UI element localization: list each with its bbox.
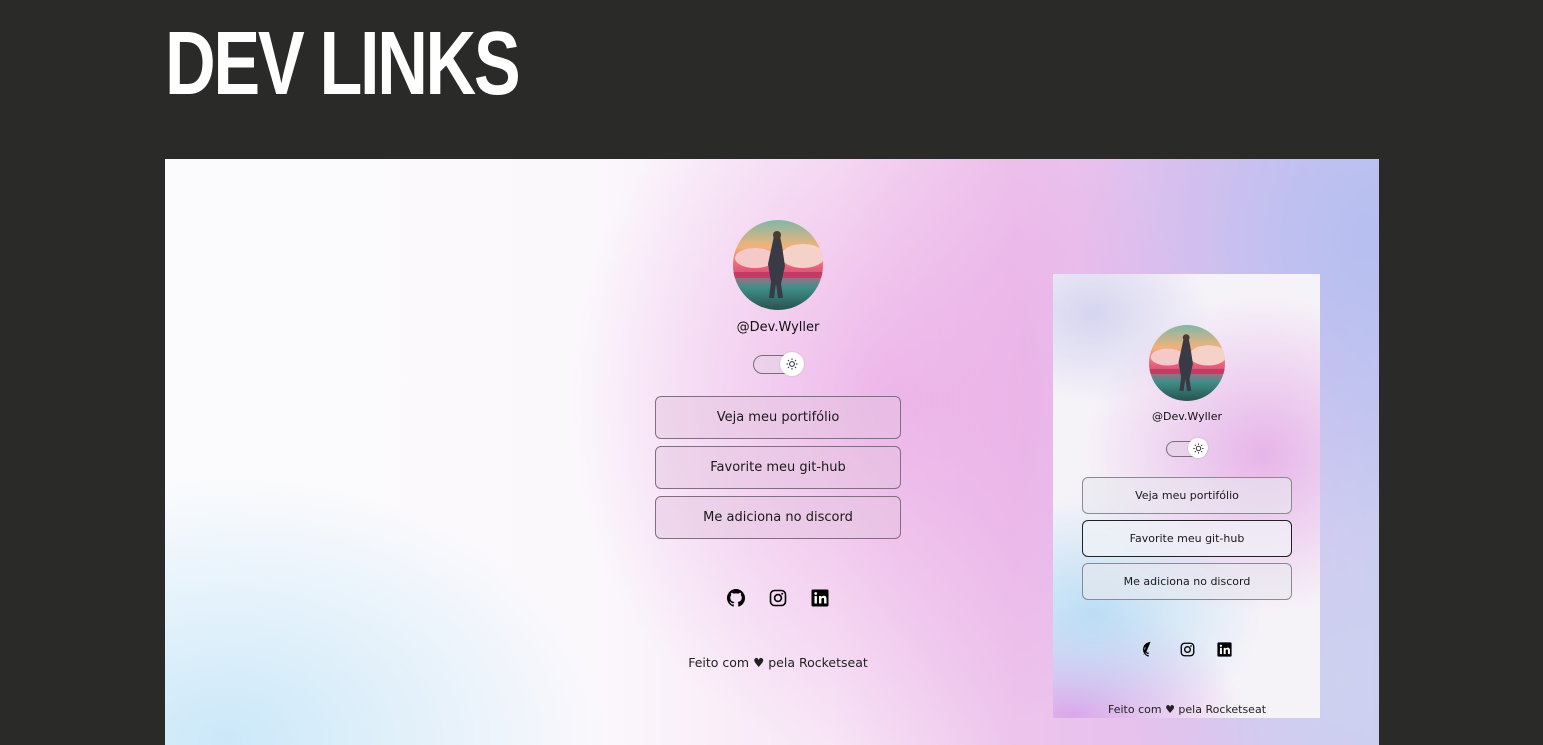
portfolio-link-button[interactable]: Veja meu portifólio (655, 396, 901, 439)
social-links (1082, 642, 1292, 657)
theme-toggle[interactable] (1166, 438, 1208, 458)
toggle-knob[interactable] (780, 352, 804, 376)
footer-text: Feito com ♥ pela Rocketseat (1107, 703, 1267, 716)
page-title: DEV LINKS (165, 14, 521, 114)
github-icon[interactable] (1142, 642, 1158, 657)
github-link-button[interactable]: Favorite meu git-hub (1082, 520, 1292, 557)
github-icon[interactable] (727, 589, 745, 607)
discord-link-button[interactable]: Me adiciona no discord (655, 496, 901, 539)
theme-toggle[interactable] (753, 352, 804, 376)
avatar-image (733, 220, 823, 310)
profile-handle: @Dev.Wyller (1152, 410, 1222, 423)
discord-link-button[interactable]: Me adiciona no discord (1082, 563, 1292, 600)
avatar-image (1149, 325, 1225, 401)
sun-icon (786, 358, 798, 370)
social-links (655, 589, 901, 607)
profile-handle: @Dev.Wyller (736, 320, 820, 335)
footer-text: Feito com ♥ pela Rocketseat (688, 655, 868, 670)
github-link-button[interactable]: Favorite meu git-hub (655, 446, 901, 489)
instagram-icon[interactable] (769, 589, 787, 607)
linkedin-icon[interactable] (811, 589, 829, 607)
avatar (1149, 325, 1225, 401)
linkedin-icon[interactable] (1216, 642, 1232, 657)
links-list: Veja meu portifólio Favorite meu git-hub… (1082, 477, 1292, 600)
portfolio-link-button[interactable]: Veja meu portifólio (1082, 477, 1292, 514)
desktop-preview: @Dev.Wyller Veja meu portifólio Favorite… (165, 159, 1379, 745)
mobile-profile-card: @Dev.Wyller Veja meu portifólio Favorite… (1082, 325, 1292, 716)
desktop-profile-card: @Dev.Wyller Veja meu portifólio Favorite… (655, 220, 901, 670)
sun-icon (1192, 442, 1204, 454)
mobile-preview: @Dev.Wyller Veja meu portifólio Favorite… (1053, 274, 1320, 718)
links-list: Veja meu portifólio Favorite meu git-hub… (655, 396, 901, 539)
instagram-icon[interactable] (1180, 642, 1195, 657)
avatar (733, 220, 823, 310)
toggle-knob[interactable] (1188, 438, 1208, 458)
